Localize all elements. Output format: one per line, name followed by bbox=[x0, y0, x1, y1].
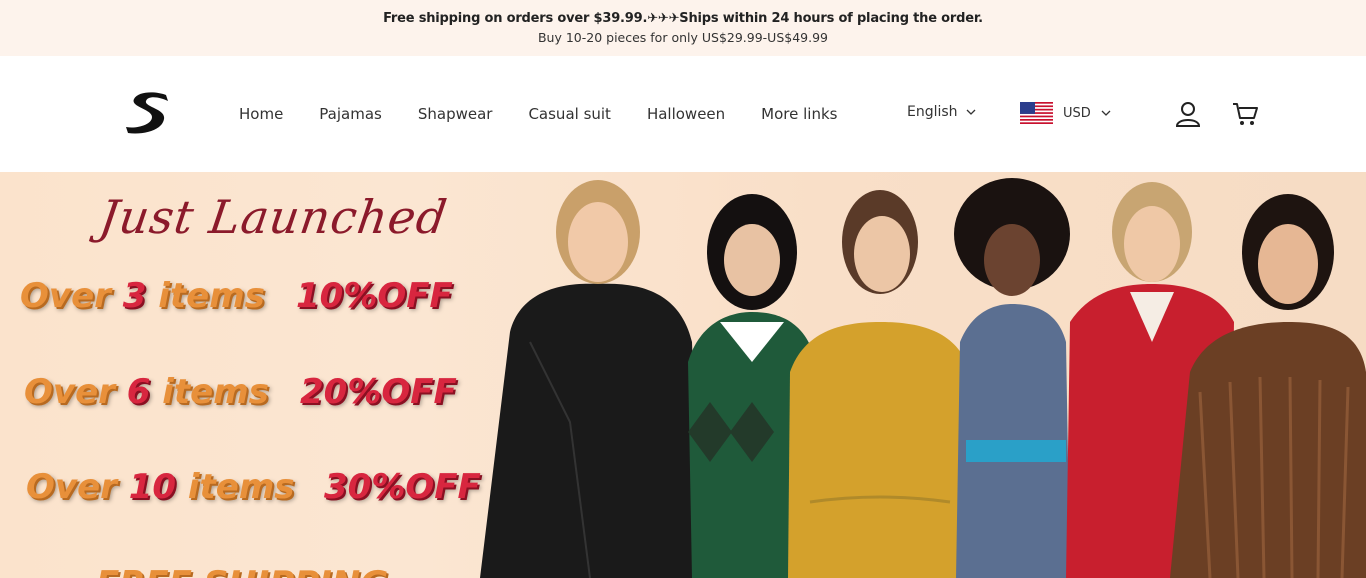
language-selector[interactable]: English bbox=[907, 104, 976, 120]
nav-home[interactable]: Home bbox=[239, 105, 283, 123]
hero-banner[interactable]: Just Launched Over 3 items 10%OFF Over 6… bbox=[0, 172, 1366, 578]
offer-suffix: items bbox=[150, 372, 269, 412]
offer-count: 6 bbox=[126, 372, 151, 412]
cart-icon[interactable] bbox=[1231, 100, 1259, 128]
nav-casual-suit[interactable]: Casual suit bbox=[528, 105, 611, 123]
nav-halloween[interactable]: Halloween bbox=[647, 105, 725, 123]
offer-suffix: items bbox=[176, 467, 295, 507]
offer-row: Over 3 items 10%OFF bbox=[20, 276, 480, 316]
site-header: Home Pajamas Shapwear Casual suit Hallow… bbox=[0, 56, 1366, 172]
offer-row: Over 6 items 20%OFF bbox=[24, 372, 484, 412]
announcement-bar: Free shipping on orders over $39.99.✈✈✈S… bbox=[0, 0, 1366, 56]
account-icon[interactable] bbox=[1174, 100, 1202, 128]
announcement-bulk-offer: Buy 10-20 pieces for only US$29.99-US$49… bbox=[537, 30, 829, 45]
nav-shapwear[interactable]: Shapwear bbox=[418, 105, 493, 123]
announcement-shipping: Free shipping on orders over $39.99.✈✈✈S… bbox=[383, 11, 983, 26]
currency-label: USD bbox=[1063, 105, 1091, 121]
currency-selector[interactable]: USD bbox=[1020, 102, 1111, 124]
chevron-down-icon bbox=[1101, 110, 1111, 116]
offer-suffix: items bbox=[146, 276, 265, 316]
nav-pajamas[interactable]: Pajamas bbox=[319, 105, 382, 123]
offer-discount: 20%OFF bbox=[300, 372, 457, 412]
model-tweed-jacket bbox=[954, 178, 1070, 578]
free-shipping-text: FREE SHIPPING bbox=[96, 564, 388, 578]
offer-count: 10 bbox=[128, 467, 177, 507]
nav-more-links[interactable]: More links bbox=[761, 105, 837, 123]
model-mustard-knit bbox=[788, 190, 970, 578]
offer-prefix: Over bbox=[26, 467, 129, 507]
offer-prefix: Over bbox=[24, 372, 127, 412]
hero-script-title: Just Launched bbox=[96, 190, 451, 244]
chevron-down-icon bbox=[966, 109, 976, 115]
model-brown-velvet bbox=[1170, 194, 1366, 578]
offer-row: Over 10 items 30%OFF bbox=[26, 467, 496, 507]
language-label: English bbox=[907, 104, 958, 120]
us-flag-icon bbox=[1020, 102, 1053, 124]
logo-icon[interactable] bbox=[122, 89, 174, 137]
models-image bbox=[480, 178, 1366, 578]
model-black-leather-dress bbox=[480, 180, 700, 578]
offer-prefix: Over bbox=[20, 276, 123, 316]
offer-discount: 10%OFF bbox=[296, 276, 453, 316]
main-nav: Home Pajamas Shapwear Casual suit Hallow… bbox=[239, 56, 873, 172]
offer-count: 3 bbox=[122, 276, 147, 316]
offer-discount: 30%OFF bbox=[324, 467, 481, 507]
